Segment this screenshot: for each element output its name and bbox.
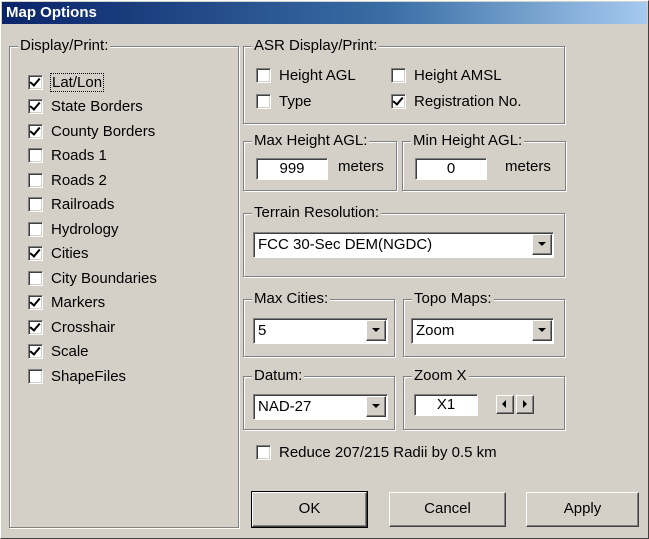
display-item-label: ShapeFiles [51,367,127,385]
asr-legend: ASR Display/Print: [252,37,380,55]
display-item-checkbox[interactable] [28,344,43,359]
display-item-label: Lat/Lon [49,72,105,92]
display-item[interactable]: Cities [28,244,89,264]
zoom-group: Zoom X X1 [403,367,565,430]
display-item-label: Roads 2 [51,171,107,189]
display-item[interactable]: County Borders [28,121,155,141]
display-item[interactable]: Roads 2 [28,170,107,190]
zoom-legend: Zoom X [412,367,469,385]
reduce-radii-checkbox[interactable]: Reduce 207/215 Radii by 0.5 km [256,442,497,462]
display-item-checkbox[interactable] [28,172,43,188]
display-print-legend: Display/Print: [18,37,111,55]
display-item-checkbox[interactable] [28,74,43,90]
max-height-unit: meters [338,158,384,175]
arrow-right-icon[interactable] [516,395,534,414]
display-item-label: Crosshair [51,318,116,336]
terrain-value: FCC 30-Sec DEM(NGDC) [258,236,433,253]
display-item-label: Railroads [51,196,115,213]
max-cities-group: Max Cities: 5 [243,290,395,357]
min-height-group: Min Height AGL: 0 meters [402,132,566,191]
display-item-checkbox[interactable] [28,99,43,114]
display-item[interactable]: State Borders [28,97,143,117]
height-agl-label: Height AGL [279,66,356,84]
reduce-radii-label: Reduce 207/215 Radii by 0.5 km [279,443,497,461]
cancel-button[interactable]: Cancel [389,492,506,527]
registration-checkbox[interactable]: Registration No. [391,91,522,111]
reduce-radii-box[interactable] [256,444,271,460]
display-item[interactable]: Scale [28,342,89,362]
max-cities-legend: Max Cities: [252,290,331,308]
height-agl-checkbox[interactable]: Height AGL [256,65,356,85]
display-item-label: Cities [51,245,89,262]
chevron-down-icon[interactable] [366,320,386,341]
map-options-dialog: Map Options Display/Print: Lat/Lon State … [0,0,649,539]
display-item[interactable]: City Boundaries [28,268,157,288]
type-label: Type [279,92,312,110]
min-height-unit: meters [505,158,551,175]
display-item[interactable]: Markers [28,293,105,313]
display-item-checkbox[interactable] [28,123,43,139]
display-item[interactable]: Roads 1 [28,146,107,166]
display-item-checkbox[interactable] [28,368,43,384]
topo-maps-legend: Topo Maps: [412,290,494,308]
display-item-label: Markers [51,294,106,311]
chevron-down-icon[interactable] [366,396,386,417]
display-print-group: Display/Print: Lat/Lon State Borders Count… [9,37,239,528]
height-amsl-checkbox[interactable]: Height AMSL [391,65,502,85]
topo-maps-group: Topo Maps: Zoom [403,290,565,357]
zoom-value: X1 [414,394,478,416]
height-amsl-label: Height AMSL [414,66,502,84]
type-checkbox[interactable]: Type [256,91,312,111]
min-height-legend: Min Height AGL: [411,132,525,150]
datum-value: NAD-27 [258,398,312,415]
topo-maps-value: Zoom [416,322,455,339]
datum-legend: Datum: [252,367,305,385]
type-box[interactable] [256,93,271,109]
height-agl-box[interactable] [256,67,271,83]
dialog-title: Map Options [2,2,647,24]
ok-button[interactable]: OK [251,491,368,528]
min-height-input[interactable]: 0 [415,158,487,180]
max-height-group: Max Height AGL: 999 meters [243,132,397,191]
chevron-down-icon[interactable] [532,320,552,341]
chevron-down-icon[interactable] [532,234,552,255]
display-item-label: State Borders [51,98,143,115]
asr-group: ASR Display/Print: Height AGL Height AMS… [243,37,565,124]
max-height-legend: Max Height AGL: [252,132,370,150]
registration-box[interactable] [391,93,406,109]
display-item-label: Hydrology [51,220,119,238]
max-cities-select[interactable]: 5 [253,318,388,344]
max-height-input[interactable]: 999 [256,158,328,180]
display-item-label: City Boundaries [51,269,157,287]
terrain-legend: Terrain Resolution: [252,204,382,222]
terrain-group: Terrain Resolution: FCC 30-Sec DEM(NGDC) [243,204,565,277]
terrain-select[interactable]: FCC 30-Sec DEM(NGDC) [253,232,554,258]
display-item[interactable]: Railroads [28,195,114,215]
display-item-checkbox[interactable] [28,319,43,335]
max-cities-value: 5 [258,322,267,339]
display-item-label: County Borders [51,122,156,140]
display-item-checkbox[interactable] [28,246,43,261]
display-item-checkbox[interactable] [28,295,43,310]
display-item-checkbox[interactable] [28,197,43,212]
display-item-checkbox[interactable] [28,221,43,237]
display-item-label: Scale [51,343,89,360]
datum-select[interactable]: NAD-27 [253,394,388,420]
arrow-left-icon[interactable] [496,395,514,414]
registration-label: Registration No. [414,92,522,110]
display-item-checkbox[interactable] [28,148,43,163]
display-item-checkbox[interactable] [28,270,43,286]
display-item[interactable]: Crosshair [28,317,115,337]
height-amsl-box[interactable] [391,67,406,83]
display-item[interactable]: ShapeFiles [28,366,126,386]
display-item[interactable]: Lat/Lon [28,72,105,92]
display-item-label: Roads 1 [51,147,107,164]
datum-group: Datum: NAD-27 [243,367,395,430]
topo-maps-select[interactable]: Zoom [411,318,554,344]
apply-button[interactable]: Apply [526,492,639,527]
display-item[interactable]: Hydrology [28,219,119,239]
